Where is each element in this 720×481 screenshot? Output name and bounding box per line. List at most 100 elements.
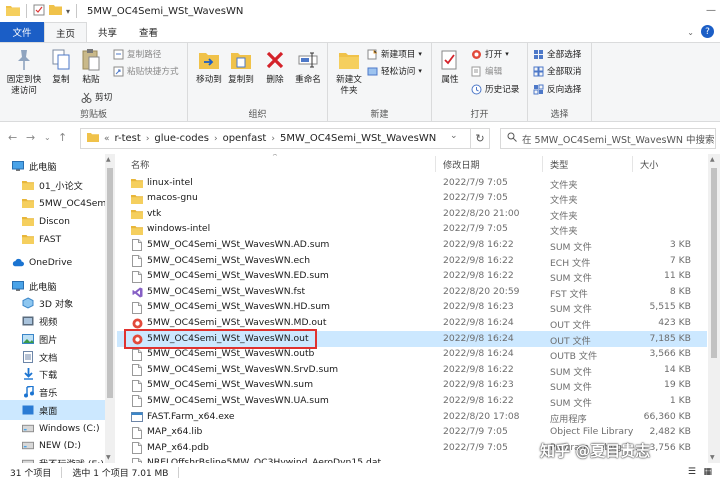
move-to-button[interactable]: 移动到 bbox=[194, 47, 224, 86]
tab-view[interactable]: 查看 bbox=[128, 22, 169, 42]
file-row[interactable]: 5MW_OC4Semi_WSt_WavesWN.UA.sum 2022/9/8 1… bbox=[117, 393, 707, 409]
file-row[interactable]: 5MW_OC4Semi_WSt_WavesWN.sum 2022/9/8 16:2… bbox=[117, 378, 707, 394]
overflow-chevron[interactable]: « bbox=[104, 134, 110, 144]
nav-item-folder[interactable]: 01_小论文 bbox=[0, 175, 105, 195]
file-row[interactable]: windows-intel 2022/7/9 7:05 文件夹 bbox=[117, 222, 707, 238]
chevron-right-icon[interactable]: › bbox=[271, 134, 275, 144]
document-icon bbox=[22, 351, 34, 363]
file-row[interactable]: 5MW_OC4Semi_WSt_WavesWN.SrvD.sum 2022/9/8… bbox=[117, 362, 707, 378]
history-button[interactable]: 历史记录 bbox=[470, 83, 519, 95]
edit-button[interactable]: 编辑 bbox=[470, 65, 502, 77]
paste-shortcut-button[interactable]: 粘贴快捷方式 bbox=[112, 65, 179, 77]
new-folder-quick-icon[interactable] bbox=[49, 4, 62, 18]
paste-button[interactable]: 粘贴 bbox=[78, 47, 104, 86]
nav-item-label: 下载 bbox=[39, 370, 58, 381]
nav-item-music[interactable]: 音乐 bbox=[0, 382, 105, 402]
refresh-button[interactable]: ↻ bbox=[470, 128, 490, 149]
tab-share[interactable]: 共享 bbox=[87, 22, 128, 42]
nav-scrollbar[interactable]: ▲ ▼ bbox=[105, 154, 115, 463]
scroll-down-icon[interactable]: ▼ bbox=[710, 454, 715, 461]
file-list-scroll-thumb[interactable] bbox=[711, 168, 717, 358]
breadcrumb-current[interactable]: 5MW_OC4Semi_WSt_WavesWN bbox=[280, 133, 436, 144]
nav-item-computer[interactable]: 此电脑 bbox=[0, 156, 105, 176]
file-type: OUT 文件 bbox=[550, 335, 591, 347]
file-row[interactable]: 5MW_OC4Semi_WSt_WavesWN.HD.sum 2022/9/8 1… bbox=[117, 300, 707, 316]
chevron-right-icon[interactable]: › bbox=[146, 134, 150, 144]
chevron-right-icon[interactable]: › bbox=[214, 134, 218, 144]
file-row[interactable]: 5MW_OC4Semi_WSt_WavesWN.ech 2022/9/8 16:2… bbox=[117, 253, 707, 269]
file-row[interactable]: FAST.Farm_x64.exe 2022/8/20 17:08 应用程序 66,3… bbox=[117, 409, 707, 425]
nav-item-folder[interactable]: 5MW_OC4Semi_WSt_WavesWN bbox=[0, 193, 105, 213]
new-item-button[interactable]: 新建项目 ▾ bbox=[366, 48, 422, 60]
ribbon: 固定到快速访问 复制 粘贴 复制路径 粘贴快捷方式 剪切 剪贴板 移动到 复制到… bbox=[0, 42, 720, 122]
file-icon bbox=[131, 255, 143, 267]
nav-item-label: FAST bbox=[39, 233, 62, 245]
nav-item-picture[interactable]: 图片 bbox=[0, 329, 105, 349]
tab-home[interactable]: 主页 bbox=[44, 22, 88, 42]
search-input[interactable]: 在 5MW_OC4Semi_WSt_WavesWN 中搜索 bbox=[500, 128, 716, 149]
column-header-date[interactable]: 修改日期 bbox=[443, 157, 480, 171]
open-button[interactable]: 打开 ▾ bbox=[470, 48, 509, 60]
properties-button[interactable]: 属性 bbox=[436, 47, 464, 86]
nav-scroll-thumb[interactable] bbox=[107, 168, 113, 398]
tab-file[interactable]: 文件 bbox=[0, 22, 44, 42]
folder-icon bbox=[22, 179, 34, 191]
file-row[interactable]: vtk 2022/8/20 21:00 文件夹 bbox=[117, 206, 707, 222]
column-header-name[interactable]: 名称 bbox=[131, 157, 149, 171]
copy-button[interactable]: 复制 bbox=[48, 47, 74, 86]
select-none-button[interactable]: 全部取消 bbox=[532, 65, 581, 77]
breadcrumb-glue-codes[interactable]: glue-codes bbox=[154, 133, 209, 144]
file-row[interactable]: 5MW_OC4Semi_WSt_WavesWN.AD.sum 2022/9/8 1… bbox=[117, 237, 707, 253]
file-row[interactable]: linux-intel 2022/7/9 7:05 文件夹 bbox=[117, 175, 707, 191]
scroll-down-icon[interactable]: ▼ bbox=[106, 454, 111, 461]
properties-quick-icon[interactable] bbox=[33, 4, 45, 19]
nav-item-folder[interactable]: Discon bbox=[0, 211, 105, 231]
column-header-size[interactable]: 大小 bbox=[640, 157, 658, 171]
file-type: SUM 文件 bbox=[550, 304, 592, 316]
file-list-scrollbar[interactable]: ▲ ▼ bbox=[708, 154, 720, 463]
help-icon[interactable]: ? bbox=[701, 25, 714, 38]
search-icon bbox=[507, 132, 517, 145]
details-view-icon[interactable]: ☰ bbox=[688, 467, 696, 477]
address-dropdown-icon[interactable]: ⌄ bbox=[450, 131, 458, 141]
nav-item-drive[interactable]: NEW (D:) bbox=[0, 435, 105, 455]
address-bar[interactable]: « r-test › glue-codes › openfast › 5MW_O… bbox=[80, 128, 490, 149]
nav-item-cube[interactable]: 3D 对象 bbox=[0, 293, 105, 313]
scroll-up-icon[interactable]: ▲ bbox=[710, 156, 715, 163]
delete-button[interactable]: 删除 bbox=[264, 47, 286, 86]
nav-item-folder[interactable]: FAST bbox=[0, 229, 105, 249]
select-all-button[interactable]: 全部选择 bbox=[532, 48, 581, 60]
chevron-down-icon[interactable]: ⌄ bbox=[687, 28, 694, 37]
copy-to-button[interactable]: 复制到 bbox=[226, 47, 256, 86]
breadcrumb-r-test[interactable]: r-test bbox=[115, 133, 141, 144]
recent-locations-icon[interactable]: ⌄ bbox=[44, 133, 51, 142]
minimize-button[interactable]: — bbox=[706, 5, 716, 16]
breadcrumb-openfast[interactable]: openfast bbox=[223, 133, 267, 144]
easy-access-button[interactable]: 轻松访问 ▾ bbox=[366, 65, 422, 77]
file-row[interactable]: MAP_x64.lib 2022/7/9 7:05 Object File Libr… bbox=[117, 425, 707, 441]
copy-path-button[interactable]: 复制路径 bbox=[112, 48, 161, 60]
scroll-up-icon[interactable]: ▲ bbox=[106, 156, 111, 163]
nav-item-cloud[interactable]: OneDrive bbox=[0, 252, 105, 272]
up-arrow-icon[interactable]: ↑ bbox=[58, 131, 67, 144]
file-row[interactable]: macos-gnu 2022/7/9 7:05 文件夹 bbox=[117, 191, 707, 207]
nav-item-label: 视频 bbox=[39, 317, 58, 328]
invert-selection-button[interactable]: 反向选择 bbox=[532, 83, 581, 95]
cut-button[interactable]: 剪切 bbox=[80, 91, 112, 103]
new-folder-button[interactable]: 新建文件夹 bbox=[334, 47, 364, 97]
file-row[interactable]: 5MW_OC4Semi_WSt_WavesWN.fst 2022/8/20 20:… bbox=[117, 284, 707, 300]
thumbnail-view-icon[interactable]: ▦ bbox=[703, 467, 712, 477]
column-header-type[interactable]: 类型 bbox=[550, 157, 568, 171]
back-arrow-icon[interactable]: ← bbox=[8, 131, 17, 144]
nav-item-drive[interactable]: 我不玩游戏 (E:) bbox=[0, 453, 105, 463]
nav-item-video[interactable]: 视频 bbox=[0, 311, 105, 331]
file-row[interactable]: 5MW_OC4Semi_WSt_WavesWN.ED.sum 2022/9/8 1… bbox=[117, 269, 707, 285]
file-size: 1 KB bbox=[669, 394, 691, 406]
folder-icon bbox=[131, 208, 143, 220]
rename-button[interactable]: 重命名 bbox=[292, 47, 324, 86]
nav-item-desktop[interactable]: 桌面 bbox=[0, 400, 105, 420]
forward-arrow-icon[interactable]: → bbox=[26, 131, 35, 144]
nav-item-download[interactable]: 下载 bbox=[0, 364, 105, 384]
chevron-down-icon[interactable]: ▾ bbox=[66, 7, 70, 16]
pin-button[interactable]: 固定到快速访问 bbox=[4, 47, 44, 97]
